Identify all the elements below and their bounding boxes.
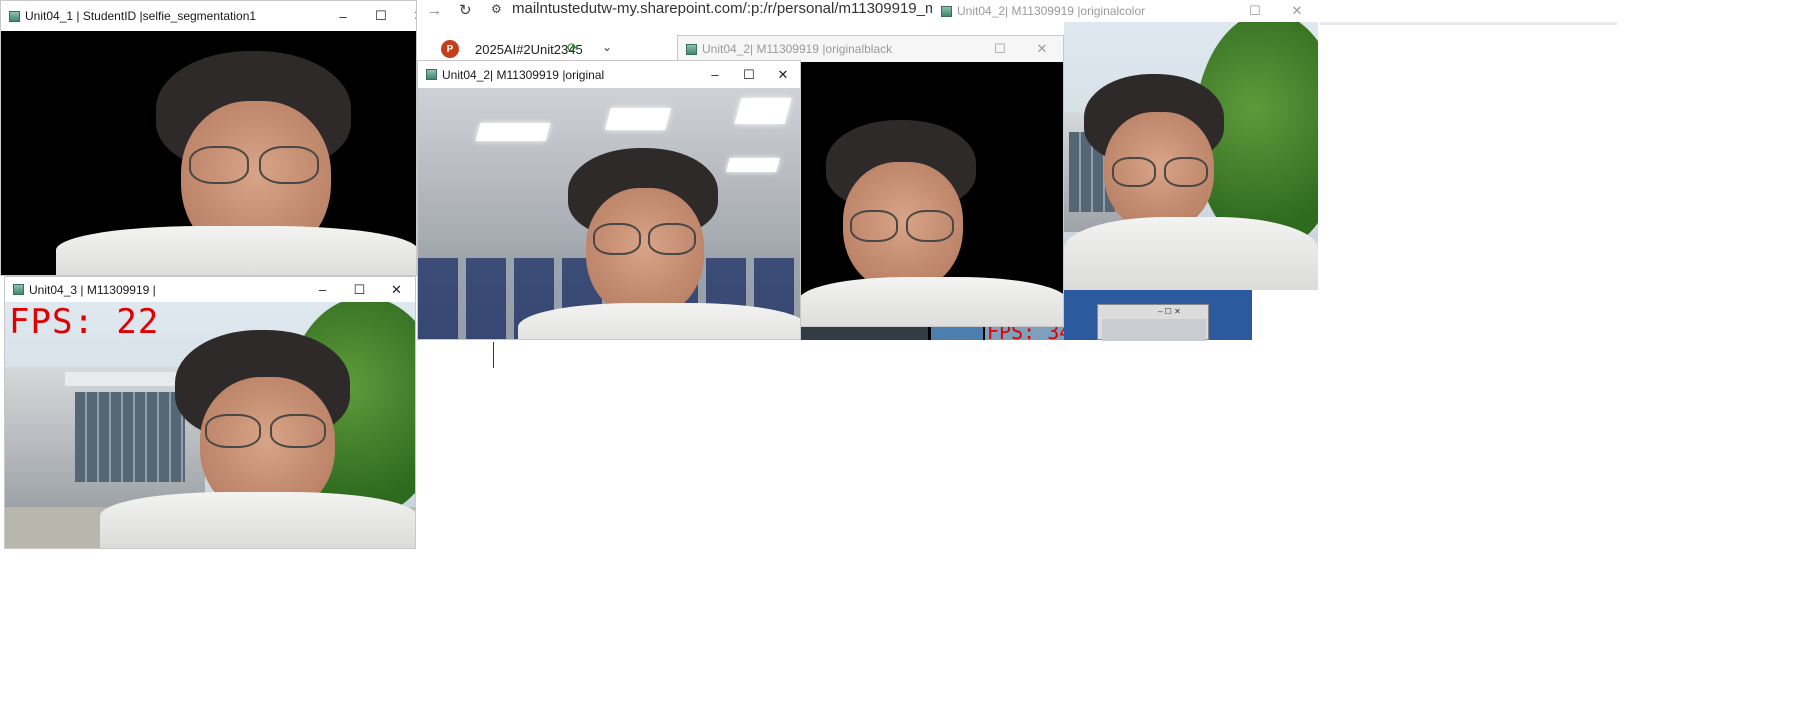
minimize-icon[interactable]: – bbox=[304, 277, 341, 302]
minimize-icon[interactable]: – bbox=[698, 61, 732, 88]
text-cursor bbox=[493, 342, 494, 368]
back-icon[interactable]: → bbox=[427, 2, 442, 19]
close-icon[interactable]: ✕ bbox=[766, 61, 800, 88]
close-icon[interactable]: ✕ bbox=[1021, 36, 1063, 62]
window-unit04-3[interactable]: Unit04_3 | M11309919 | – ☐ ✕ FPS: 22 bbox=[4, 276, 416, 549]
close-icon[interactable]: ✕ bbox=[400, 1, 416, 31]
powerpoint-icon[interactable]: P bbox=[441, 40, 459, 58]
video-feed-original bbox=[418, 88, 800, 339]
app-icon bbox=[941, 5, 952, 17]
video-feed-selfie bbox=[1, 31, 416, 275]
fps-label: FPS: 22 bbox=[9, 302, 160, 342]
popup-window-frame: – ☐ ✕ bbox=[1097, 304, 1209, 341]
browser-underline bbox=[1320, 22, 1617, 25]
app-icon bbox=[426, 69, 437, 80]
maximize-icon[interactable]: ☐ bbox=[362, 1, 400, 31]
maximize-icon[interactable]: ☐ bbox=[732, 61, 766, 88]
video-feed-unit04-3: FPS: 22 bbox=[5, 302, 415, 548]
minimize-icon[interactable]: – bbox=[324, 1, 362, 31]
video-feed-strip: FPS: 34 bbox=[801, 326, 1064, 340]
address-bar[interactable]: mailntustedutw-my.sharepoint.com/:p:/r/p… bbox=[512, 0, 932, 17]
window-original[interactable]: Unit04_2| M11309919 |original – ☐ ✕ bbox=[417, 60, 801, 340]
maximize-icon[interactable]: ☐ bbox=[979, 36, 1021, 62]
chevron-down-icon[interactable]: ⌄ bbox=[602, 40, 612, 54]
close-icon[interactable]: ✕ bbox=[1276, 0, 1318, 22]
close-icon[interactable]: ✕ bbox=[378, 277, 415, 302]
window-selfie-segmentation[interactable]: Unit04_1 | StudentID |selfie_segmentatio… bbox=[0, 0, 417, 276]
app-icon bbox=[9, 10, 20, 22]
sync-icon: ⟳ bbox=[567, 40, 578, 55]
site-info-icon[interactable]: ⚙ bbox=[491, 2, 502, 16]
maximize-icon[interactable]: ☐ bbox=[341, 277, 378, 302]
fps-label-behind: FPS: 34 bbox=[987, 326, 1064, 340]
app-icon bbox=[13, 284, 24, 295]
maximize-icon[interactable]: ☐ bbox=[1234, 0, 1276, 22]
reload-icon[interactable]: ↻ bbox=[459, 1, 472, 19]
video-feed-originalcolor bbox=[1064, 22, 1318, 290]
app-icon bbox=[686, 43, 697, 55]
